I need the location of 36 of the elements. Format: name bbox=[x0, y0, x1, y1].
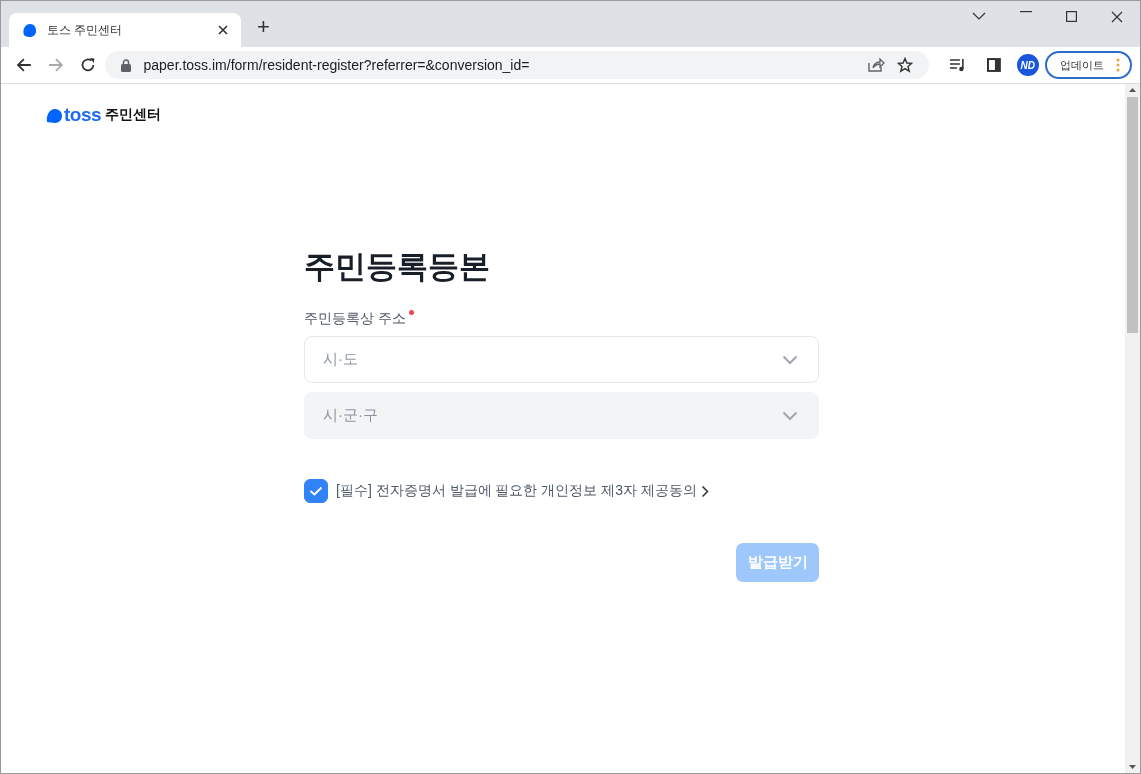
chevron-down-icon bbox=[782, 354, 798, 365]
share-icon[interactable] bbox=[867, 57, 886, 73]
page-title: 주민등록등본 bbox=[304, 248, 491, 286]
back-arrow-icon[interactable] bbox=[16, 57, 32, 73]
consent-link[interactable]: [필수] 전자증명서 발급에 필요한 개인정보 제3자 제공동의 bbox=[336, 482, 709, 500]
scrollbar-thumb[interactable] bbox=[1127, 97, 1138, 333]
minimize-icon[interactable] bbox=[1020, 11, 1032, 13]
scrollbar[interactable] bbox=[1125, 84, 1140, 773]
new-tab-button[interactable]: + bbox=[253, 14, 274, 40]
tab-title: 토스 주민센터 bbox=[47, 21, 124, 39]
url-text: paper.toss.im/form/resident-register?referrer=&conversion_id= bbox=[143, 57, 530, 73]
chevron-down-icon[interactable] bbox=[972, 11, 986, 21]
profile-avatar[interactable]: ND bbox=[1016, 54, 1039, 76]
update-button[interactable]: 업데이트 bbox=[1044, 51, 1132, 79]
chevron-down-icon bbox=[782, 410, 798, 421]
more-icon bbox=[1115, 58, 1120, 72]
blob-icon bbox=[46, 107, 62, 123]
chevron-right-icon bbox=[700, 484, 709, 498]
checkbox[interactable] bbox=[304, 479, 328, 503]
media-list-icon[interactable] bbox=[949, 58, 967, 72]
star-icon[interactable] bbox=[897, 57, 914, 73]
checkmark-icon bbox=[309, 486, 323, 496]
browser-tab[interactable]: 토스 주민센터 bbox=[9, 13, 241, 47]
field-label: 주민등록상 주소 bbox=[304, 310, 406, 328]
lock-icon bbox=[121, 58, 132, 72]
address-bar[interactable]: paper.toss.im/form/resident-register?referrer=&conversion_id= bbox=[105, 51, 930, 79]
blob-icon bbox=[21, 22, 37, 38]
side-panel-icon[interactable] bbox=[987, 58, 1001, 72]
maximize-icon[interactable] bbox=[1066, 11, 1077, 22]
logo-text: 주민센터 bbox=[105, 106, 162, 124]
close-icon[interactable] bbox=[217, 24, 229, 36]
close-icon[interactable] bbox=[1111, 11, 1123, 23]
scroll-down-icon[interactable] bbox=[1129, 765, 1136, 769]
reload-icon[interactable] bbox=[79, 57, 96, 73]
scroll-up-icon[interactable] bbox=[1129, 88, 1136, 92]
toss-logo[interactable]: toss bbox=[46, 104, 102, 126]
